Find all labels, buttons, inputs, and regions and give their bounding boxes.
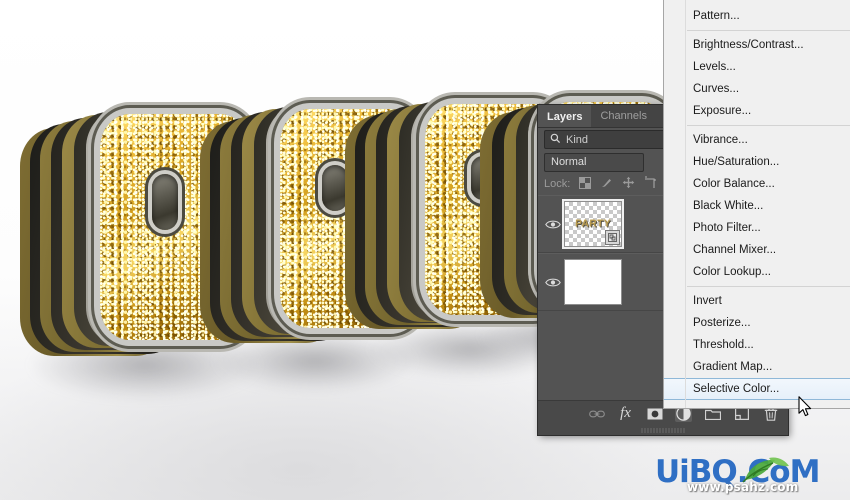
blend-mode-select[interactable]: Normal [544,152,644,172]
layer-thumbnail-text: PARTY [574,218,612,230]
menu-item-gradient-map[interactable]: Gradient Map... [664,356,850,378]
position-icon[interactable] [622,176,635,192]
transparent-pixels-icon[interactable] [579,176,592,192]
menu-item-channel-mixer[interactable]: Channel Mixer... [664,239,850,261]
screenshot-root: Layers Channels Pa Kind [0,0,850,500]
smart-object-badge-icon [605,230,620,245]
magnifier-icon [550,133,561,147]
menu-item-label: Pattern... [693,10,740,22]
panel-resize-grip[interactable] [538,426,788,435]
tab-layers[interactable]: Layers [538,105,592,127]
menu-item-invert[interactable]: Invert [664,290,850,312]
menu-item-label: Brightness/Contrast... [693,39,804,51]
menu-item-label: Hue/Saturation... [693,156,780,168]
menu-item-photo-filter[interactable]: Photo Filter... [664,217,850,239]
menu-item-curves[interactable]: Curves... [664,78,850,100]
menu-item-label: Gradient Map... [693,361,773,373]
menu-icon-gutter [664,0,686,408]
menu-item-levels[interactable]: Levels... [664,56,850,78]
menu-item-label: Levels... [693,61,736,73]
menu-item-label: Vibrance... [693,134,748,146]
watermark-secondary-text: www.psahz.com [687,480,799,494]
menu-separator [687,286,850,287]
watermark: UiBQ.CoM www.psahz.com [655,452,850,498]
add-layer-mask-button[interactable] [646,405,663,422]
menu-item-color-lookup[interactable]: Color Lookup... [664,261,850,283]
menu-item-label: Invert [693,295,722,307]
menu-separator [687,125,850,126]
eye-icon[interactable] [542,219,564,230]
menu-item-threshold[interactable]: Threshold... [664,334,850,356]
menu-item-label: Posterize... [693,317,751,329]
image-pixels-icon[interactable] [600,176,613,192]
menu-item-selective-color[interactable]: Selective Color... [664,378,850,400]
menu-item-label: Color Lookup... [693,266,771,278]
menu-item-label: Threshold... [693,339,754,351]
layer-style-button[interactable]: fx [617,405,634,422]
tab-channels-label: Channels [600,110,647,122]
menu-item-label: Channel Mixer... [693,244,777,256]
mouse-cursor [798,396,812,417]
menu-item-vibrance[interactable]: Vibrance... [664,129,850,151]
menu-item-label: Selective Color... [693,383,780,395]
menu-item-label: Photo Filter... [693,222,761,234]
layer-thumbnail-party[interactable]: PARTY [562,199,624,249]
menu-item-hue-saturation[interactable]: Hue/Saturation... [664,151,850,173]
adjustment-layer-menu[interactable]: Pattern... Brightness/Contrast... Levels… [663,0,850,409]
menu-item-brightness-contrast[interactable]: Brightness/Contrast... [664,34,850,56]
menu-item-label: Exposure... [693,105,752,117]
lock-label: Lock: [544,178,571,190]
menu-item-exposure[interactable]: Exposure... [664,100,850,122]
layer-thumbnail-background[interactable] [564,259,622,305]
menu-item-label: Black White... [693,200,764,212]
tab-channels[interactable]: Channels [591,105,655,127]
menu-item-pattern[interactable]: Pattern... [664,5,850,27]
eye-icon[interactable] [542,277,564,288]
menu-separator [687,30,850,31]
menu-item-color-balance[interactable]: Color Balance... [664,173,850,195]
link-layers-button[interactable] [588,405,605,422]
artboard-icon[interactable] [644,176,657,192]
menu-item-label: Color Balance... [693,178,775,190]
tab-layers-label: Layers [547,111,583,123]
menu-item-posterize[interactable]: Posterize... [664,312,850,334]
menu-item-label: Curves... [693,83,740,95]
menu-item-black-white[interactable]: Black White... [664,195,850,217]
blend-mode-value: Normal [551,156,587,168]
